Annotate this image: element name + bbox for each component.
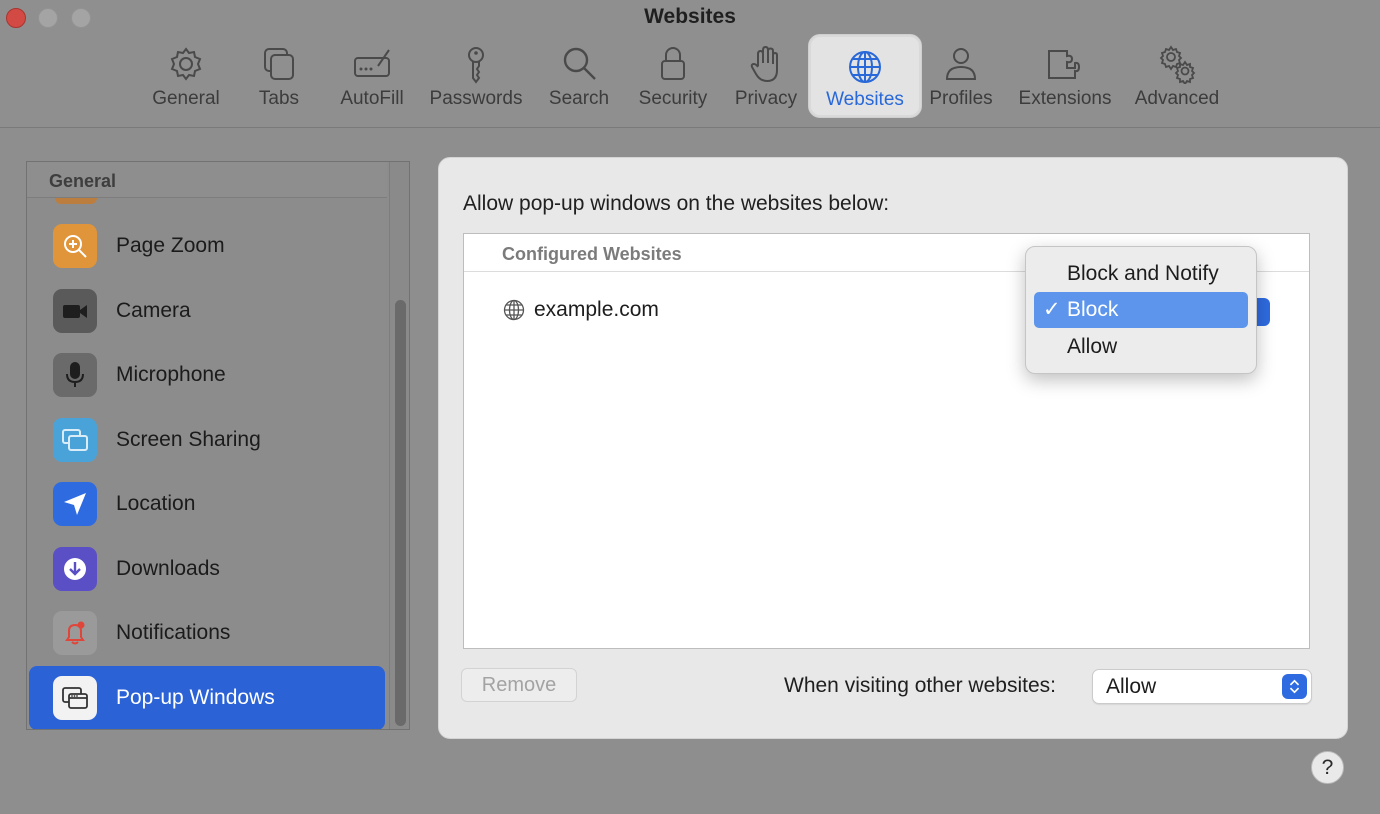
camera-icon	[53, 289, 97, 333]
puzzle-icon	[1048, 50, 1081, 79]
popup-settings-panel: Allow pop-up windows on the websites bel…	[438, 157, 1348, 739]
sidebar-item-popup-windows[interactable]: Pop-up Windows	[29, 666, 385, 729]
toolbar-tab-general[interactable]: General	[150, 40, 222, 112]
site-setting-menu: Block and Notify ✓ Block Allow	[1025, 246, 1257, 374]
location-arrow-icon	[53, 482, 97, 526]
panel-heading: Allow pop-up windows on the websites bel…	[463, 192, 890, 215]
sidebar-item-camera[interactable]: Camera	[27, 279, 387, 343]
sidebar-item-screen-sharing[interactable]: Screen Sharing	[27, 408, 387, 472]
search-icon	[563, 47, 596, 80]
hand-icon	[750, 45, 778, 83]
toolbar-tab-websites[interactable]: Websites	[808, 34, 922, 118]
sidebar-scrolled-item-edge	[55, 198, 97, 204]
help-button[interactable]: ?	[1311, 751, 1344, 784]
sidebar-item-page-zoom[interactable]: Page Zoom	[27, 214, 387, 278]
toolbar-tab-advanced[interactable]: Advanced	[1132, 40, 1222, 112]
tabs-icon	[264, 48, 294, 80]
menu-item-allow[interactable]: Allow	[1034, 329, 1248, 365]
autofill-icon	[354, 49, 390, 77]
gears-icon	[1159, 45, 1196, 84]
other-websites-value: Allow	[1106, 675, 1157, 698]
sidebar: General Page Zoom Camera Microphone Scre…	[26, 161, 410, 730]
other-websites-label: When visiting other websites:	[784, 674, 1056, 697]
toolbar-tab-privacy[interactable]: Privacy	[732, 40, 800, 112]
key-icon	[468, 47, 484, 84]
sidebar-section-header: General	[27, 162, 387, 198]
toolbar-tab-autofill[interactable]: AutoFill	[336, 40, 408, 112]
sidebar-item-notifications[interactable]: Notifications	[27, 601, 387, 665]
title-bar: Websites General Tabs AutoFill Passwords…	[0, 0, 1380, 128]
menu-item-block[interactable]: ✓ Block	[1034, 292, 1248, 328]
sidebar-scrollbar[interactable]	[389, 162, 409, 729]
globe-icon	[849, 51, 881, 83]
sidebar-item-downloads[interactable]: Downloads	[27, 537, 387, 601]
toolbar-tab-security[interactable]: Security	[634, 40, 712, 112]
toolbar-tab-extensions[interactable]: Extensions	[1016, 40, 1114, 112]
screen-sharing-icon	[53, 418, 97, 462]
checkmark-icon: ✓	[1043, 298, 1061, 321]
toolbar-tab-profiles[interactable]: Profiles	[926, 40, 996, 112]
remove-button[interactable]: Remove	[461, 668, 577, 702]
person-icon	[945, 48, 977, 80]
toolbar-tab-search[interactable]: Search	[546, 40, 612, 112]
download-icon	[53, 547, 97, 591]
sidebar-item-microphone[interactable]: Microphone	[27, 343, 387, 407]
bell-icon	[53, 611, 97, 655]
list-header-label: Configured Websites	[502, 244, 682, 264]
zoom-icon	[53, 224, 97, 268]
site-name: example.com	[534, 298, 659, 321]
window-title: Websites	[644, 5, 736, 28]
chevron-up-down-icon	[1282, 674, 1307, 699]
sidebar-scroll-thumb[interactable]	[395, 300, 406, 726]
microphone-icon	[53, 353, 97, 397]
lock-icon	[661, 47, 685, 80]
menu-item-block-and-notify[interactable]: Block and Notify	[1034, 256, 1248, 292]
toolbar-tab-tabs[interactable]: Tabs	[250, 40, 308, 112]
other-websites-select[interactable]: Allow	[1092, 669, 1312, 704]
popup-windows-icon	[53, 676, 97, 720]
globe-icon	[503, 299, 525, 321]
gear-icon	[170, 47, 202, 81]
sidebar-item-location[interactable]: Location	[27, 472, 387, 536]
toolbar-tab-passwords[interactable]: Passwords	[428, 40, 524, 112]
